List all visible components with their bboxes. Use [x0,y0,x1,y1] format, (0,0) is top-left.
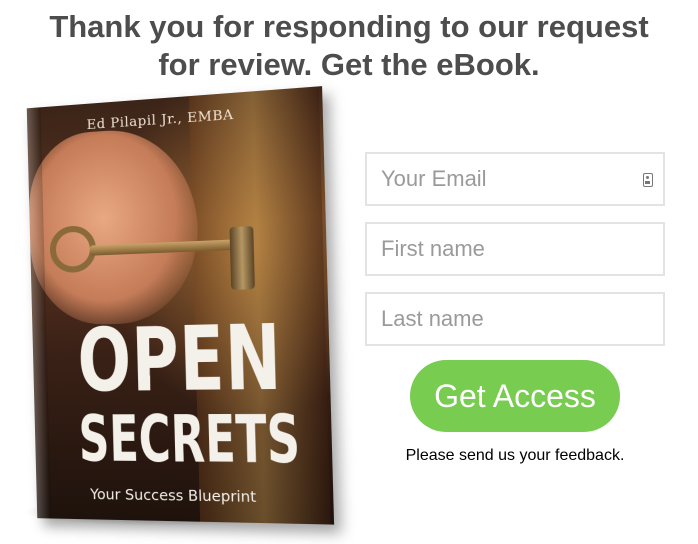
book-title-line-1: OPEN [77,312,259,406]
get-access-button[interactable]: Get Access [410,360,620,432]
first-name-field-wrapper [365,222,665,276]
keyhole-illustration [230,226,255,290]
email-field-wrapper [365,152,665,206]
hand-illustration [27,125,200,326]
contact-card-icon [643,173,653,187]
last-name-field-wrapper [365,292,665,346]
page-headline: Thank you for responding to our request … [0,8,698,84]
book-cover: Ed Pilapil Jr., EMBA OPEN SECRETS Your S… [27,86,334,524]
first-name-input[interactable] [367,224,663,274]
book-subtitle: Your Success Blueprint [90,487,256,506]
headline-line-2: for review. Get the eBook. [0,46,698,84]
feedback-text: Please send us your feedback. [365,447,665,465]
book-title-line-2: SECRETS [78,405,279,475]
headline-line-1: Thank you for responding to our request [0,8,698,46]
ebook-cover-image: Ed Pilapil Jr., EMBA OPEN SECRETS Your S… [12,100,332,525]
email-input[interactable] [367,154,663,204]
last-name-input[interactable] [367,294,663,344]
